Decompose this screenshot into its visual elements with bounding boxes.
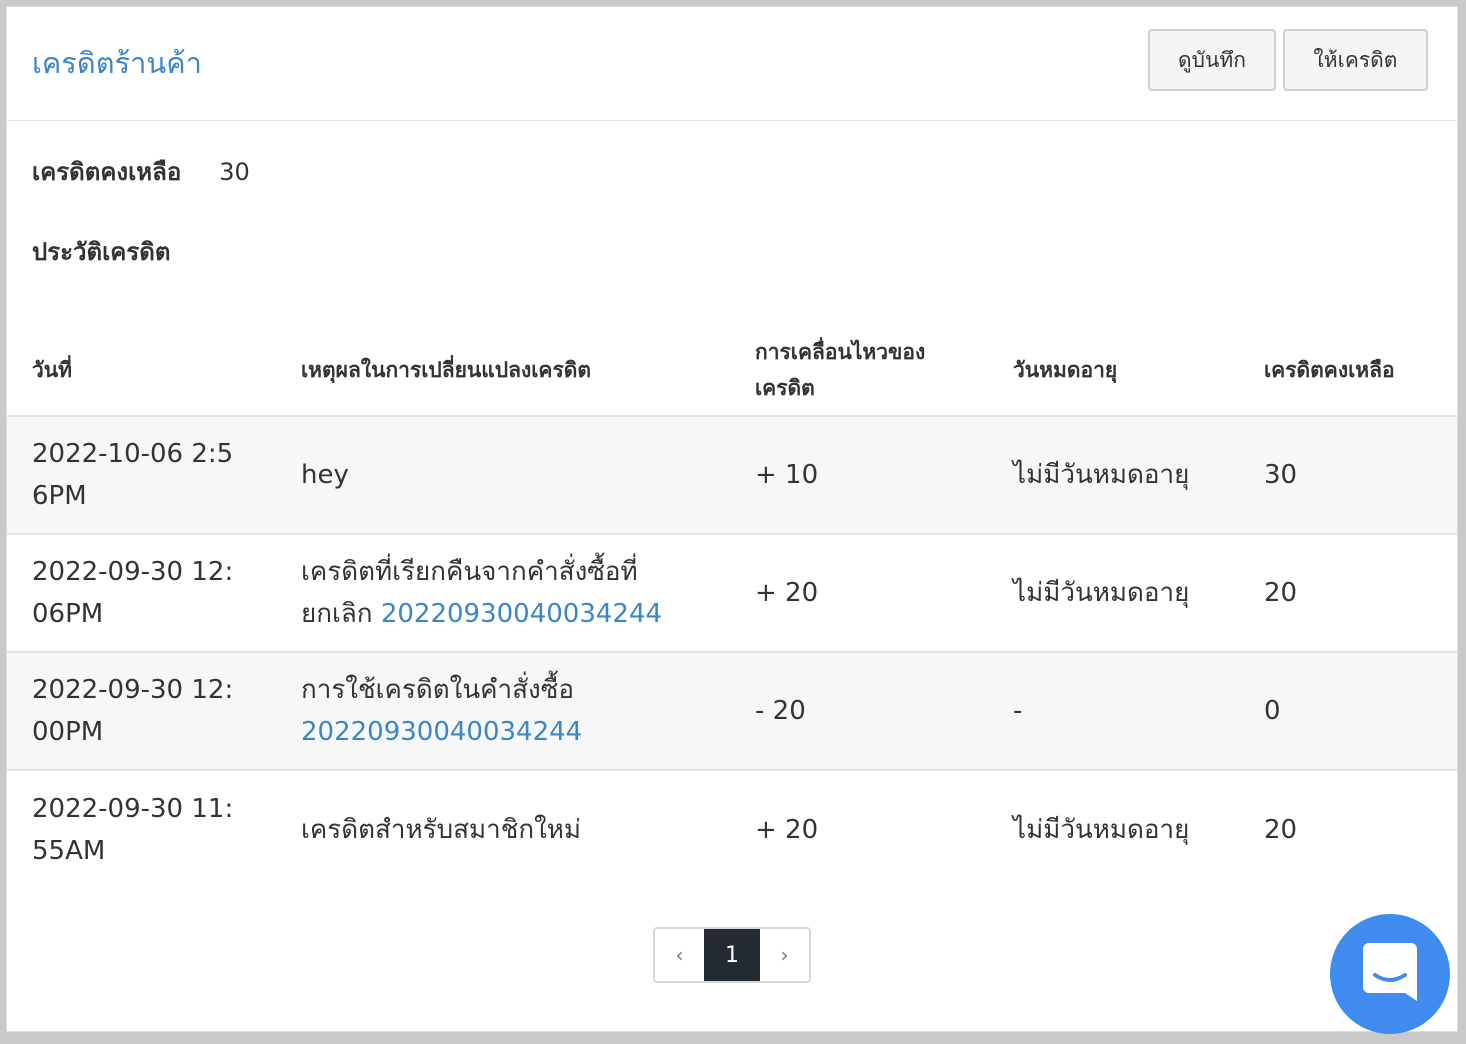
date-line2: 00PM	[32, 717, 104, 747]
column-header-movement: การเคลื่อนไหวของ เครดิต	[755, 334, 955, 406]
give-credit-button[interactable]: ให้เครดิต	[1283, 29, 1428, 91]
table-row: 2022-09-30 12: 00PM การใช้เครดิตในคำสั่ง…	[7, 653, 1457, 771]
chat-launcher-button[interactable]	[1330, 914, 1450, 1034]
order-link[interactable]: 20220930040034244	[301, 717, 582, 747]
next-page-button[interactable]: ›	[760, 929, 809, 981]
date-line2: 6PM	[32, 481, 87, 511]
expiry-cell: ไม่มีวันหมดอายุ	[1013, 815, 1190, 845]
page-1-button[interactable]: 1	[704, 929, 760, 981]
credit-balance-value: 30	[219, 158, 250, 186]
reason-text: การใช้เครดิตในคำสั่งซื้อ	[301, 675, 574, 705]
reason-text: hey	[301, 460, 349, 490]
date-cell: 2022-09-30 12: 06PM	[32, 551, 237, 635]
movement-cell: - 20	[755, 696, 806, 726]
store-credit-panel: เครดิตร้านค้า ดูบันทึก ให้เครดิต เครดิตค…	[6, 6, 1458, 1032]
balance-cell: 30	[1264, 460, 1298, 490]
date-cell: 2022-09-30 11: 55AM	[32, 788, 237, 872]
balance-cell: 0	[1264, 696, 1281, 726]
page-title: เครดิตร้านค้า	[32, 46, 202, 80]
column-header-reason: เหตุผลในการเปลี่ยนแปลงเครดิต	[301, 358, 592, 382]
chat-bubble-icon	[1361, 941, 1419, 1007]
column-header-movement-line1: การเคลื่อนไหวของ	[755, 340, 926, 364]
movement-cell: + 20	[755, 815, 819, 845]
table-row: 2022-10-06 2:5 6PM hey + 10 ไม่มีวันหมดอ…	[7, 417, 1457, 535]
reason-cell: hey	[301, 454, 701, 496]
reason-cell: เครดิตสำหรับสมาชิกใหม่	[301, 809, 701, 851]
reason-text: เครดิตสำหรับสมาชิกใหม่	[301, 815, 582, 845]
table-row: 2022-09-30 12: 06PM เครดิตที่เรียกคืนจาก…	[7, 535, 1457, 653]
reason-cell: เครดิตที่เรียกคืนจากคำสั่งซื้อที่ยกเลิก …	[301, 551, 701, 635]
date-line1: 2022-09-30 11:	[32, 794, 234, 824]
order-link[interactable]: 20220930040034244	[381, 599, 662, 629]
table-row: 2022-09-30 11: 55AM เครดิตสำหรับสมาชิกให…	[7, 771, 1457, 889]
column-header-expiry: วันหมดอายุ	[1013, 358, 1118, 382]
previous-page-button[interactable]: ‹	[655, 929, 704, 981]
date-line1: 2022-09-30 12:	[32, 557, 234, 587]
table-header: วันที่ เหตุผลในการเปลี่ยนแปลงเครดิต การเ…	[7, 325, 1457, 417]
column-header-date: วันที่	[32, 358, 72, 382]
balance-cell: 20	[1264, 578, 1298, 608]
movement-cell: + 20	[755, 578, 819, 608]
credit-history-title: ประวัติเครดิต	[32, 238, 171, 266]
credit-balance: เครดิตคงเหลือ 30	[32, 150, 250, 194]
panel-header: เครดิตร้านค้า ดูบันทึก ให้เครดิต	[7, 7, 1457, 121]
date-cell: 2022-09-30 12: 00PM	[32, 669, 237, 753]
expiry-cell: -	[1013, 696, 1023, 726]
expiry-cell: ไม่มีวันหมดอายุ	[1013, 578, 1190, 608]
date-line1: 2022-09-30 12:	[32, 675, 234, 705]
credit-history-table: วันที่ เหตุผลในการเปลี่ยนแปลงเครดิต การเ…	[7, 325, 1457, 889]
date-cell: 2022-10-06 2:5 6PM	[32, 433, 237, 517]
pagination: ‹ 1 ›	[653, 927, 811, 983]
movement-cell: + 10	[755, 460, 819, 490]
date-line1: 2022-10-06 2:5	[32, 439, 234, 469]
reason-cell: การใช้เครดิตในคำสั่งซื้อ 202209300400342…	[301, 669, 701, 753]
column-header-balance: เครดิตคงเหลือ	[1264, 358, 1395, 382]
date-line2: 06PM	[32, 599, 104, 629]
credit-balance-label: เครดิตคงเหลือ	[32, 158, 182, 186]
expiry-cell: ไม่มีวันหมดอายุ	[1013, 460, 1190, 490]
date-line2: 55AM	[32, 836, 106, 866]
balance-cell: 20	[1264, 815, 1298, 845]
view-log-button[interactable]: ดูบันทึก	[1148, 29, 1276, 91]
column-header-movement-line2: เครดิต	[755, 376, 815, 400]
